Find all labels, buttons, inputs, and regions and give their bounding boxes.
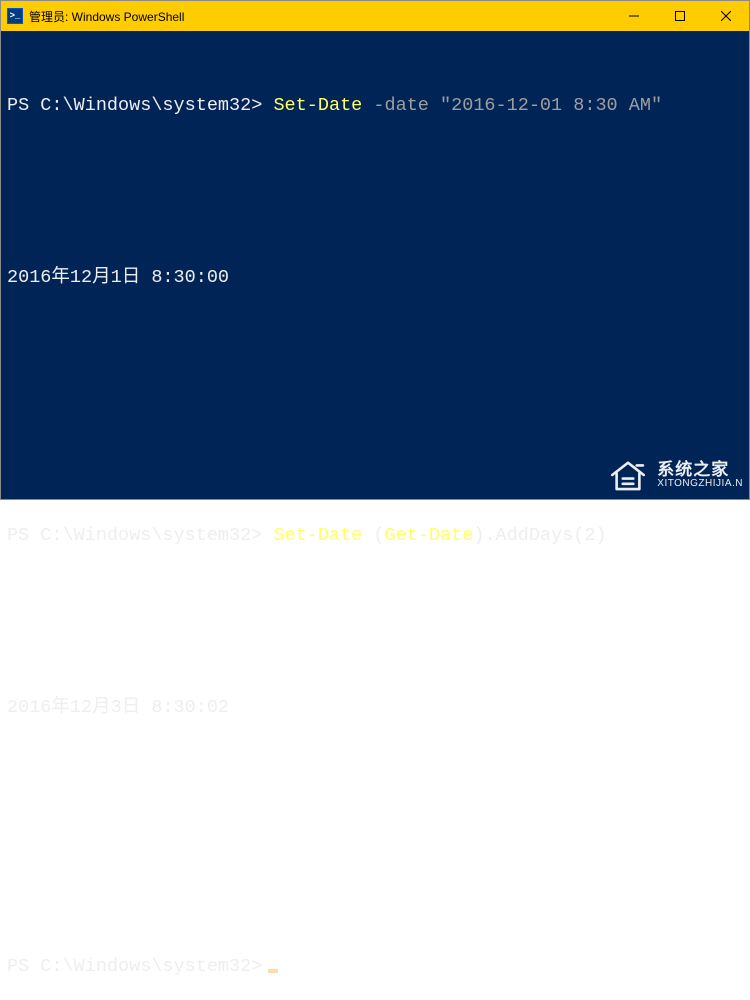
- terminal-output: 2016年12月1日 8:30:00: [7, 264, 743, 293]
- watermark-text: 系统之家 XITONGZHIJIA.N: [657, 461, 743, 489]
- terminal-body[interactable]: PS C:\Windows\system32> Set-Date -date "…: [1, 31, 749, 499]
- watermark-sub: XITONGZHIJIA.N: [657, 479, 743, 490]
- powershell-window: >_ 管理员: Windows PowerShell PS C:\Windows…: [0, 0, 750, 500]
- terminal-blank: [7, 608, 743, 637]
- cursor-icon: [268, 969, 278, 973]
- window-controls: [611, 1, 749, 31]
- prompt: PS C:\Windows\system32>: [7, 525, 262, 546]
- house-icon: [607, 457, 649, 493]
- terminal-blank: [7, 866, 743, 895]
- terminal-blank: [7, 350, 743, 379]
- watermark: 系统之家 XITONGZHIJIA.N: [607, 457, 743, 493]
- terminal-blank: [7, 780, 743, 809]
- terminal-line: PS C:\Windows\system32>: [7, 953, 743, 982]
- terminal-output: 2016年12月3日 8:30:02: [7, 694, 743, 723]
- maximize-button[interactable]: [657, 1, 703, 31]
- window-titlebar[interactable]: >_ 管理员: Windows PowerShell: [1, 1, 749, 31]
- cmdlet-set-date: Set-Date: [273, 95, 362, 116]
- terminal-line: PS C:\Windows\system32> Set-Date -date "…: [7, 92, 743, 121]
- close-button[interactable]: [703, 1, 749, 31]
- terminal-line: PS C:\Windows\system32> Set-Date (Get-Da…: [7, 522, 743, 551]
- cmdlet-set-date: Set-Date: [273, 525, 362, 546]
- minimize-button[interactable]: [611, 1, 657, 31]
- cmdlet-get-date: Get-Date: [385, 525, 474, 546]
- terminal-blank: [7, 178, 743, 207]
- powershell-icon: >_: [7, 8, 23, 24]
- window-title: 管理员: Windows PowerShell: [29, 8, 184, 25]
- param-date: -date: [373, 95, 429, 116]
- prompt: PS C:\Windows\system32>: [7, 95, 262, 116]
- prompt: PS C:\Windows\system32>: [7, 956, 262, 977]
- string-arg: "2016-12-01 8:30 AM": [440, 95, 662, 116]
- open-paren: (: [373, 525, 384, 546]
- close-and-method: ).AddDays(2): [473, 525, 606, 546]
- powershell-icon-label: >_: [10, 11, 21, 21]
- watermark-main: 系统之家: [657, 461, 743, 479]
